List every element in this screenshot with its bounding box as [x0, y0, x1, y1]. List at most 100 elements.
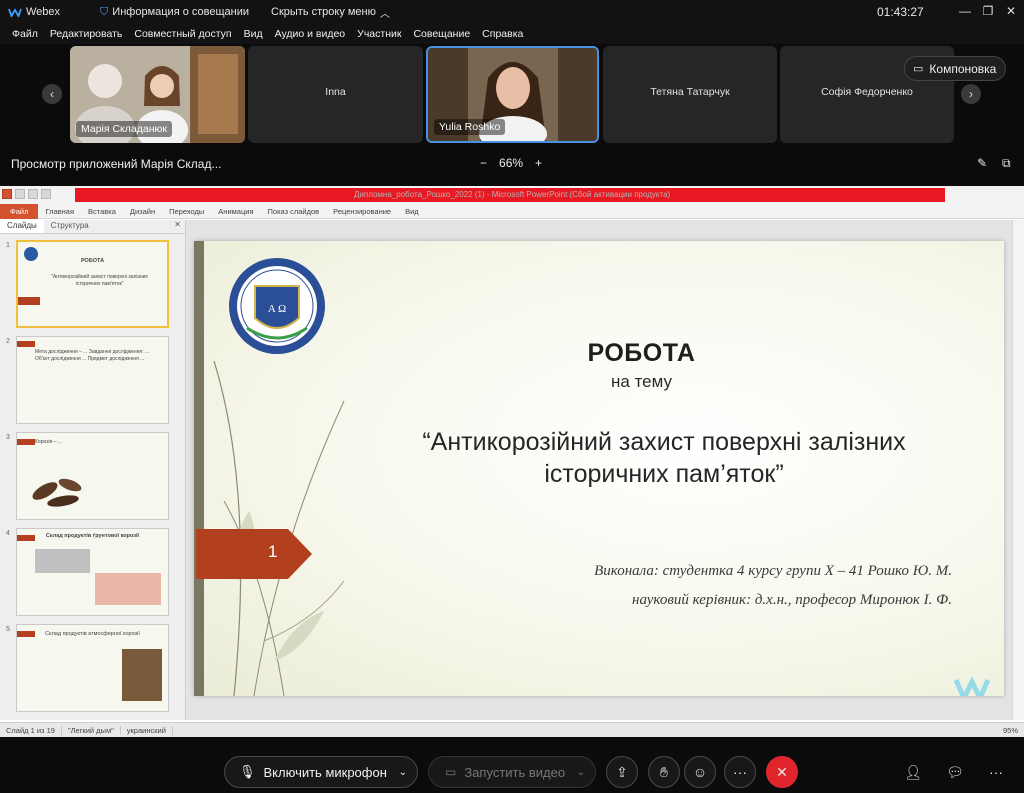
hide-menu-button[interactable]: Скрыть строку меню ︿: [263, 5, 398, 20]
menu-edit[interactable]: Редактировать: [44, 28, 129, 40]
mute-label: Включить микрофон: [263, 764, 387, 780]
strip-next-button[interactable]: ›: [961, 84, 981, 104]
slide-thumbnail-2[interactable]: Мета дослідження – ... Завдання дослідже…: [16, 336, 169, 424]
reactions-button[interactable]: ☺: [684, 756, 716, 788]
mic-off-icon: 🎙︎: [239, 764, 256, 779]
slide-author: Виконала: студентка 4 курсу групи Х – 41…: [594, 563, 952, 579]
app-brand: Webex: [0, 6, 68, 18]
slide-scrollbar[interactable]: [1012, 220, 1024, 720]
annotate-icon[interactable]: ✎: [977, 156, 987, 170]
raise-hand-button[interactable]: ✋︎: [648, 756, 680, 788]
participant-tile-4[interactable]: Тетяна Татарчук: [603, 46, 777, 143]
mute-button[interactable]: 🎙︎ Включить микрофон ⌄: [224, 756, 418, 788]
thumb-title: Склад продуктів атмосферної корозії: [45, 631, 140, 637]
thumb-number: 2: [6, 338, 10, 345]
thumb-number: 3: [6, 434, 10, 441]
app-name: Webex: [26, 6, 61, 18]
share-title: Просмотр приложений Марія Склад...: [11, 157, 222, 171]
thumb-arrow: [17, 631, 35, 637]
leave-meeting-button[interactable]: ✕: [766, 756, 798, 788]
ppt-tab-slideshow[interactable]: Показ слайдов: [261, 207, 327, 216]
slide-topic-line-1: “Антикорозійний захист поверхні залізних: [422, 428, 906, 456]
slide-topic: “Антикорозійний захист поверхні залізних…: [344, 426, 984, 490]
layout-button[interactable]: ▭ Компоновка: [904, 56, 1007, 81]
participant-tile-1[interactable]: Марія Складанюк: [70, 46, 245, 143]
participant-name: Софія Федорченко: [821, 86, 913, 98]
more-options-button[interactable]: ···: [724, 756, 756, 788]
layout-icon: ▭: [913, 63, 924, 75]
tab-slides[interactable]: Слайды: [0, 220, 44, 233]
strip-prev-button[interactable]: ‹: [42, 84, 62, 104]
participant-name: Yulia Roshko: [434, 119, 506, 135]
thumb-arrow: [17, 535, 35, 541]
zoom-out-button[interactable]: −: [480, 156, 487, 170]
chat-icon[interactable]: 💬︎: [945, 762, 965, 782]
participant-tile-2[interactable]: Inna: [248, 46, 423, 143]
menu-share[interactable]: Совместный доступ: [128, 28, 237, 40]
status-zoom[interactable]: 95%: [997, 726, 1024, 735]
zoom-control: − 66% +: [480, 156, 542, 170]
tab-outline[interactable]: Структура: [44, 220, 96, 233]
thumb-image: [35, 549, 90, 573]
restore-icon[interactable]: ❐: [980, 3, 996, 19]
hand-icon: ✋︎: [660, 763, 668, 780]
artifact-photo: [32, 478, 82, 507]
svg-text:Α Ω: Α Ω: [268, 303, 286, 315]
close-pane-icon[interactable]: ✕: [170, 220, 185, 233]
thumb-number: 1: [6, 242, 10, 249]
thumb-title: Склад продуктів ґрунтової корозії: [45, 533, 140, 539]
current-slide[interactable]: Α Ω РОБОТА на тему “Антикорозійний захис…: [194, 241, 1004, 696]
ppt-document-title: Дипломна_робота_Рошко_2022 (1) - Microso…: [354, 190, 671, 199]
webex-watermark-icon: [953, 676, 991, 696]
slide-thumbnail-4[interactable]: Склад продуктів ґрунтової корозії: [16, 528, 169, 616]
ppt-tab-insert[interactable]: Вставка: [81, 207, 123, 216]
ppt-tab-file[interactable]: Файл: [0, 203, 39, 219]
more-panels-icon[interactable]: ···: [986, 762, 1006, 782]
save-icon[interactable]: [15, 189, 25, 199]
participant-name: Марія Складанюк: [76, 121, 172, 137]
redo-icon[interactable]: [41, 189, 51, 199]
chevron-down-icon[interactable]: ⌄: [399, 767, 407, 778]
zoom-in-button[interactable]: +: [535, 156, 542, 170]
thumb-text: Мета дослідження – ... Завдання дослідже…: [35, 349, 150, 362]
participant-strip: ‹ Марія Складанюк Inna Yulia Roshko Тетя…: [0, 44, 1024, 148]
ppt-status-bar: Слайд 1 из 19 "Легкий дым" украинский 95…: [0, 722, 1024, 737]
slide-topic-line-2: історичних пам’яток”: [544, 460, 784, 488]
menu-participant[interactable]: Участник: [351, 28, 407, 40]
popout-icon[interactable]: ⧉: [1002, 156, 1011, 171]
menu-view[interactable]: Вид: [238, 28, 269, 40]
ppt-tab-animation[interactable]: Анимация: [211, 207, 260, 216]
menu-audio-video[interactable]: Аудио и видео: [269, 28, 352, 40]
ppt-tab-review[interactable]: Рецензирование: [326, 207, 398, 216]
menu-meeting[interactable]: Совещание: [407, 28, 476, 40]
ppt-tab-view[interactable]: Вид: [398, 207, 426, 216]
slide-thumbnail-1[interactable]: РОБОТА "Антикорозійний захист поверхні з…: [16, 240, 169, 328]
end-call-icon: ✕: [776, 763, 788, 780]
chevron-down-icon[interactable]: ⌄: [577, 767, 585, 778]
ppt-tab-home[interactable]: Главная: [38, 207, 81, 216]
thumb-image: [122, 649, 162, 701]
share-button[interactable]: ⇪: [606, 756, 638, 788]
share-bar: Просмотр приложений Марія Склад... − 66%…: [0, 150, 1024, 178]
menu-help[interactable]: Справка: [476, 28, 529, 40]
undo-icon[interactable]: [28, 189, 38, 199]
slide-thumbnail-3[interactable]: Корозія – ...: [16, 432, 169, 520]
video-off-icon: ▭: [445, 765, 457, 779]
status-slide-count: Слайд 1 из 19: [0, 725, 62, 735]
thumb-number: 4: [6, 530, 10, 537]
ppt-tab-design[interactable]: Дизайн: [123, 207, 162, 216]
ppt-tab-transitions[interactable]: Переходы: [162, 207, 211, 216]
smiley-icon: ☺: [692, 764, 708, 780]
menu-bar: Файл Редактировать Совместный доступ Вид…: [0, 24, 1024, 44]
zoom-level: 66%: [499, 156, 524, 170]
slide-thumbnail-5[interactable]: Склад продуктів атмосферної корозії: [16, 624, 169, 712]
close-icon[interactable]: ✕: [1003, 3, 1019, 19]
slide-editor: Α Ω РОБОТА на тему “Антикорозійний захис…: [186, 220, 1012, 720]
participants-icon[interactable]: 👤︎: [903, 762, 923, 782]
minimize-icon[interactable]: —: [957, 3, 973, 19]
meeting-info-button[interactable]: ⛉ Информация о совещании: [92, 6, 257, 19]
menu-file[interactable]: Файл: [6, 28, 44, 40]
participant-tile-3[interactable]: Yulia Roshko: [426, 46, 599, 143]
thumb-text: "Антикорозійний захист поверхні залізних…: [51, 274, 148, 287]
start-video-button[interactable]: ▭ Запустить видео ⌄: [428, 756, 596, 788]
